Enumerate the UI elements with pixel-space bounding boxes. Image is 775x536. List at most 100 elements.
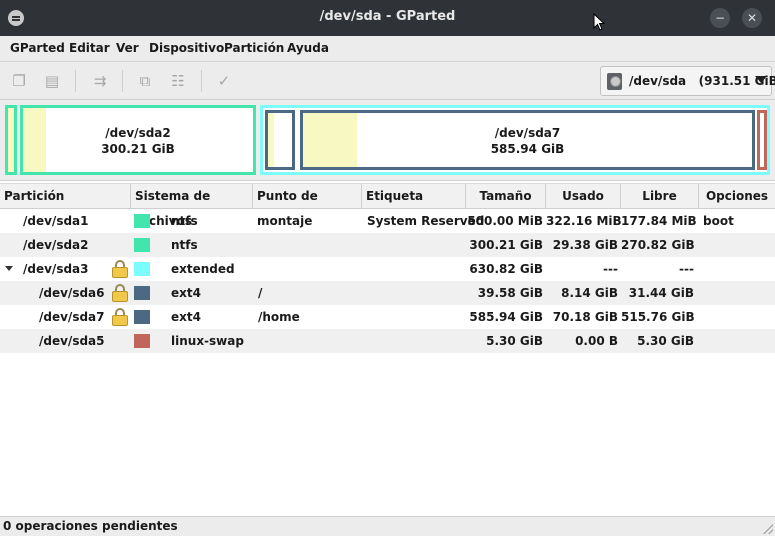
disk-map: /dev/sda2 300.21 GiB /dev/sda7 585.94 Gi… bbox=[0, 100, 775, 180]
disk-segment-sda3-extended[interactable]: /dev/sda7 585.94 GiB bbox=[260, 105, 770, 175]
segment-size: 300.21 GiB bbox=[101, 142, 175, 156]
filesystem-color-swatch bbox=[134, 262, 150, 276]
copy-icon[interactable]: ⧉ bbox=[136, 72, 154, 90]
menu-gparted[interactable]: GParted bbox=[10, 41, 65, 55]
lock-icon bbox=[112, 260, 128, 278]
column-header-used[interactable]: Usado bbox=[546, 184, 621, 209]
resize-grip-icon[interactable] bbox=[763, 524, 773, 534]
partition-name: /dev/sda2 bbox=[23, 238, 89, 252]
mouse-cursor-icon bbox=[593, 13, 605, 31]
title-bar: /dev/sda - GParted − ✕ bbox=[0, 0, 775, 36]
filesystem-type: ext4 bbox=[171, 310, 201, 324]
partition-used: 8.14 GiB bbox=[561, 286, 618, 300]
toolbar-separator bbox=[201, 70, 202, 92]
partition-free: 5.30 GiB bbox=[637, 334, 694, 348]
segment-name: /dev/sda2 bbox=[105, 126, 171, 140]
filesystem-type: extended bbox=[171, 262, 235, 276]
partition-name: /dev/sda5 bbox=[39, 334, 105, 348]
delete-icon[interactable]: ▤ bbox=[43, 72, 61, 90]
partition-size: 500.00 MiB bbox=[467, 214, 543, 228]
pending-operations-status: 0 operaciones pendientes bbox=[3, 519, 178, 533]
device-selector-label: /dev/sda (931.51 GiB) bbox=[629, 74, 775, 88]
column-header-flags[interactable]: Opciones bbox=[699, 184, 775, 209]
partition-name: /dev/sda1 bbox=[23, 214, 89, 228]
partition-free: 270.82 GiB bbox=[621, 238, 695, 252]
partition-free: 177.84 MiB bbox=[621, 214, 697, 228]
resize-move-icon[interactable]: ⇉ bbox=[89, 72, 111, 90]
partition-flags: boot bbox=[703, 214, 734, 228]
partition-name: /dev/sda3 bbox=[23, 262, 89, 276]
disk-segment-sda1[interactable] bbox=[5, 105, 17, 175]
column-header-filesystem[interactable]: Sistema de archivos bbox=[131, 184, 253, 228]
device-selector[interactable]: /dev/sda (931.51 GiB) bbox=[600, 66, 775, 96]
menu-ayuda[interactable]: Ayuda bbox=[287, 41, 329, 55]
filesystem-color-swatch bbox=[134, 286, 150, 300]
column-header-particion[interactable]: Partición bbox=[0, 184, 131, 209]
partition-name: /dev/sda7 bbox=[39, 310, 105, 324]
apply-icon[interactable]: ✓ bbox=[215, 72, 233, 90]
partition-used: --- bbox=[603, 262, 618, 276]
filesystem-type: ext4 bbox=[171, 286, 201, 300]
used-space-fill bbox=[268, 113, 274, 167]
window-title: /dev/sda - GParted bbox=[319, 9, 456, 24]
minimize-icon[interactable]: − bbox=[710, 8, 730, 28]
table-row[interactable]: /dev/sda7 ext4 /home 585.94 GiB 70.18 Gi… bbox=[0, 305, 775, 329]
disk-segment-sda2[interactable]: /dev/sda2 300.21 GiB bbox=[20, 105, 256, 175]
partition-used: 322.16 MiB bbox=[546, 214, 622, 228]
toolbar-separator bbox=[75, 70, 76, 92]
menu-particion[interactable]: Partición bbox=[224, 41, 284, 55]
partition-size: 5.30 GiB bbox=[486, 334, 543, 348]
filesystem-type: linux-swap bbox=[171, 334, 244, 348]
filesystem-type: ntfs bbox=[171, 238, 198, 252]
column-header-free[interactable]: Libre bbox=[621, 184, 699, 209]
paste-icon[interactable]: ☷ bbox=[169, 72, 187, 90]
partition-size: 585.94 GiB bbox=[469, 310, 543, 324]
table-row[interactable]: /dev/sda1 ntfs System Reserved 500.00 Mi… bbox=[0, 209, 775, 233]
filesystem-color-swatch bbox=[134, 238, 150, 252]
table-row[interactable]: /dev/sda6 ext4 / 39.58 GiB 8.14 GiB 31.4… bbox=[0, 281, 775, 305]
close-icon[interactable]: ✕ bbox=[742, 8, 762, 28]
table-row[interactable]: /dev/sda2 ntfs 300.21 GiB 29.38 GiB 270.… bbox=[0, 233, 775, 257]
column-header-label[interactable]: Etiqueta bbox=[362, 184, 466, 209]
partition-size: 630.82 GiB bbox=[469, 262, 543, 276]
partition-used: 70.18 GiB bbox=[552, 310, 618, 324]
new-partition-icon[interactable]: ❐ bbox=[10, 72, 28, 90]
filesystem-color-swatch bbox=[134, 334, 150, 348]
status-bar: 0 operaciones pendientes bbox=[0, 516, 775, 536]
menu-editar[interactable]: Editar bbox=[69, 41, 110, 55]
disk-segment-sda5[interactable] bbox=[757, 110, 767, 170]
filesystem-color-swatch bbox=[134, 310, 150, 324]
filesystem-type: ntfs bbox=[171, 214, 198, 228]
column-header-mountpoint[interactable]: Punto de montaje bbox=[253, 184, 362, 228]
partition-free: 31.44 GiB bbox=[628, 286, 694, 300]
partition-used: 29.38 GiB bbox=[552, 238, 618, 252]
partition-name: /dev/sda6 bbox=[39, 286, 105, 300]
hard-disk-icon bbox=[607, 73, 622, 90]
segment-name: /dev/sda7 bbox=[494, 126, 561, 140]
toolbar-separator bbox=[122, 70, 123, 92]
lock-icon bbox=[112, 284, 128, 302]
mount-point: /home bbox=[258, 310, 300, 324]
disk-segment-sda6[interactable] bbox=[265, 110, 295, 170]
menu-ver[interactable]: Ver bbox=[116, 41, 139, 55]
chevron-down-icon bbox=[755, 76, 767, 83]
disk-segment-sda7[interactable]: /dev/sda7 585.94 GiB bbox=[300, 110, 755, 170]
table-row[interactable]: /dev/sda5 linux-swap 5.30 GiB 0.00 B 5.3… bbox=[0, 329, 775, 353]
menu-bar: GParted Editar Ver Dispositivo Partición… bbox=[0, 36, 775, 62]
partition-size: 300.21 GiB bbox=[469, 238, 543, 252]
expander-arrow-icon[interactable] bbox=[5, 266, 13, 271]
column-header-size[interactable]: Tamaño bbox=[466, 184, 546, 209]
lock-icon bbox=[112, 308, 128, 326]
toolbar: ❐ ▤ ⇉ ⧉ ☷ ✓ /dev/sda (931.51 GiB) bbox=[0, 62, 775, 100]
mount-point: / bbox=[258, 286, 263, 300]
table-header: Partición Sistema de archivos Punto de m… bbox=[0, 183, 775, 228]
segment-size: 585.94 GiB bbox=[490, 142, 565, 156]
used-space-fill bbox=[8, 108, 14, 172]
menu-dispositivo[interactable]: Dispositivo bbox=[149, 41, 224, 55]
table-row[interactable]: /dev/sda3 extended 630.82 GiB --- --- bbox=[0, 257, 775, 281]
partition-size: 39.58 GiB bbox=[477, 286, 543, 300]
partition-free: --- bbox=[679, 262, 694, 276]
partition-used: 0.00 B bbox=[575, 334, 618, 348]
filesystem-color-swatch bbox=[134, 214, 150, 228]
partition-table: Partición Sistema de archivos Punto de m… bbox=[0, 180, 775, 516]
